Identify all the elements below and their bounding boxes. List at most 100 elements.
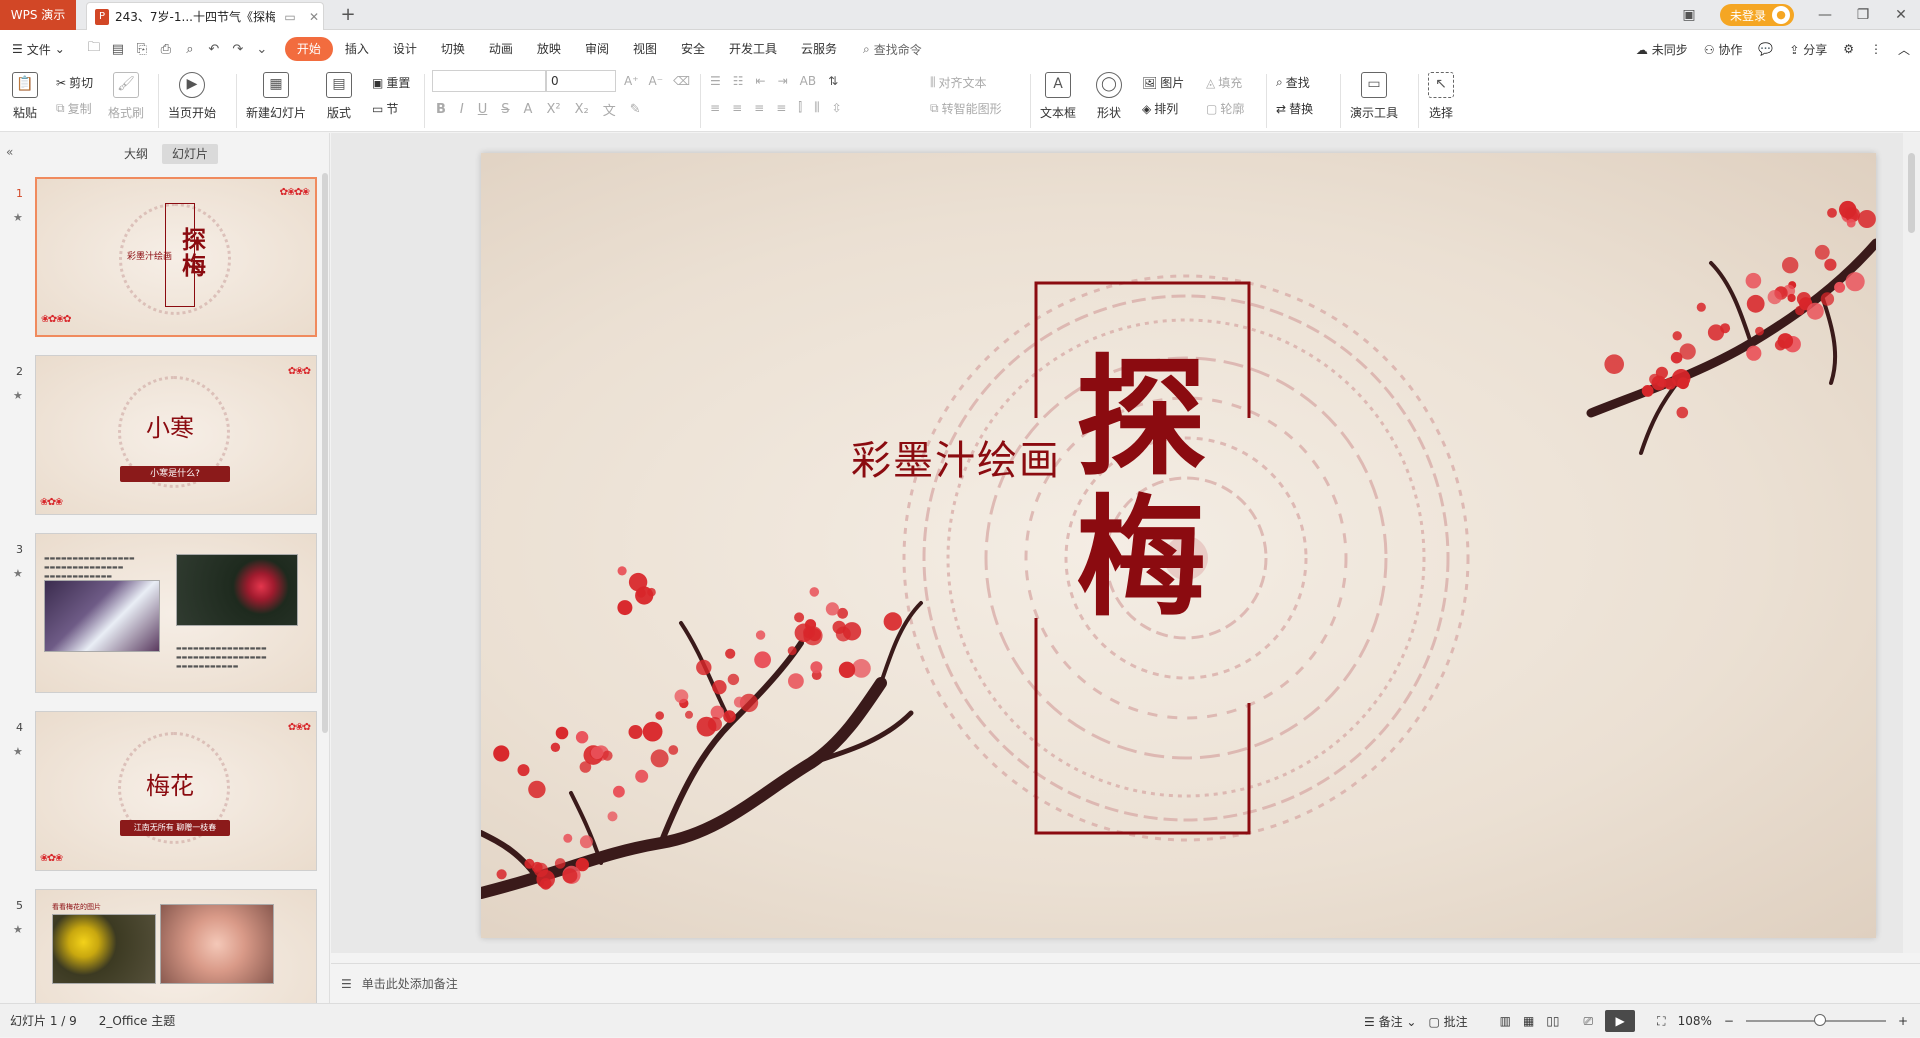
tab-design[interactable]: 设计 <box>381 37 429 61</box>
cut-button[interactable]: ✂ 剪切 <box>56 74 93 91</box>
textbox-button[interactable]: A 文本框 <box>1040 72 1076 121</box>
font-size-select[interactable]: 0 <box>546 70 616 92</box>
scrollbar-thumb[interactable] <box>1908 153 1915 233</box>
bold-icon[interactable]: B <box>436 102 446 117</box>
phonetic-icon[interactable]: 文 <box>603 100 616 119</box>
tab-insert[interactable]: 插入 <box>333 37 381 61</box>
tab-outline[interactable]: 大纲 <box>114 144 158 164</box>
find-button[interactable]: ⌕ 查找 <box>1276 74 1310 91</box>
file-menu[interactable]: ☰ 文件 ⌄ <box>0 41 77 58</box>
align-right-icon[interactable]: ≡ <box>754 101 764 115</box>
arrange-button[interactable]: ◈ 排列 <box>1142 100 1178 117</box>
tab-view[interactable]: 视图 <box>621 37 669 61</box>
close-window-icon[interactable]: ✕ <box>1882 7 1920 23</box>
italic-icon[interactable]: I <box>460 102 464 117</box>
document-tab[interactable]: P 243、7岁-1...十四节气《探梅》 ▭ ✕ <box>86 2 324 30</box>
tab-slides[interactable]: 幻灯片 <box>162 144 219 164</box>
presentation-tools-button[interactable]: ▭ 演示工具 <box>1350 72 1398 121</box>
align-center-icon[interactable]: ≡ <box>732 101 742 115</box>
slide-title-char-1[interactable]: 探 <box>1076 348 1206 488</box>
clear-format-icon[interactable]: ⌫ <box>673 74 690 88</box>
shape-button[interactable]: ◯ 形状 <box>1096 72 1122 121</box>
slide-subtitle[interactable]: 彩墨汁绘画 <box>851 428 1061 486</box>
collab-button[interactable]: ⚇ 协作 <box>1704 41 1743 58</box>
comments-toggle-button[interactable]: ▢ 批注 <box>1428 1013 1467 1030</box>
font-color-icon[interactable]: A <box>524 102 533 117</box>
align-text-button[interactable]: ⫼ 对齐文本 <box>930 74 987 91</box>
reading-view-icon[interactable]: ▯▯ <box>1546 1014 1559 1028</box>
settings-icon[interactable]: ⚙ <box>1843 42 1854 56</box>
numbering-icon[interactable]: ☷ <box>733 74 744 88</box>
subscript-icon[interactable]: X₂ <box>575 102 589 117</box>
tab-cloud[interactable]: 云服务 <box>789 37 849 61</box>
command-search[interactable]: ⌕ 查找命令 <box>863 41 922 58</box>
open-icon[interactable]: 🗀 <box>83 38 105 60</box>
pin-tab-icon[interactable]: ▭ <box>281 10 299 24</box>
print-preview-icon[interactable]: ⌕ <box>179 42 201 57</box>
tab-home[interactable]: 开始 <box>284 37 333 61</box>
normal-view-icon[interactable]: ▥ <box>1500 1014 1511 1028</box>
login-button[interactable]: 未登录 ● <box>1719 4 1794 26</box>
outline-button[interactable]: ▢ 轮廓 <box>1206 100 1244 117</box>
tab-slideshow[interactable]: 放映 <box>525 37 573 61</box>
tab-animations[interactable]: 动画 <box>477 37 525 61</box>
grow-font-icon[interactable]: A⁺ <box>624 74 639 88</box>
collapse-panel-icon[interactable]: « <box>6 145 13 159</box>
new-slide-button[interactable]: ▦ 新建幻灯片 <box>246 72 306 121</box>
text-direction-icon[interactable]: AB <box>800 74 816 88</box>
layout-button[interactable]: ▤ 版式 <box>326 72 352 121</box>
play-slideshow-button[interactable]: ▶ <box>1605 1010 1636 1032</box>
spacing-icon[interactable]: ⇳ <box>832 101 842 115</box>
justify-icon[interactable]: ≡ <box>776 101 786 115</box>
share-button[interactable]: ⇪ 分享 <box>1789 41 1827 58</box>
smart-graphic-button[interactable]: ⧉ 转智能图形 <box>930 100 1002 117</box>
font-family-select[interactable] <box>432 70 546 92</box>
more-icon[interactable]: ⋮ <box>1870 42 1882 56</box>
collapse-ribbon-icon[interactable]: ︿ <box>1898 41 1910 58</box>
underline-icon[interactable]: U <box>478 102 488 117</box>
qat-dropdown-icon[interactable]: ⌄ <box>251 42 273 57</box>
highlight-icon[interactable]: ✎ <box>630 102 641 117</box>
bullets-icon[interactable]: ☰ <box>710 74 721 88</box>
fill-button[interactable]: ◬ 填充 <box>1206 74 1242 91</box>
app-tab[interactable]: WPS 演示 <box>0 0 76 30</box>
slide-title-char-2[interactable]: 梅 <box>1076 488 1206 628</box>
undo-icon[interactable]: ↶ <box>203 42 225 57</box>
fit-window-icon[interactable]: ⛶ <box>1657 1014 1665 1029</box>
strikethrough-icon[interactable]: S <box>501 102 509 117</box>
reset-button[interactable]: ▣ 重置 <box>372 74 410 91</box>
save-as-icon[interactable]: ⎘ <box>131 42 153 57</box>
slide-thumbnail-3[interactable]: 3 ★ ▬▬▬▬▬▬▬▬▬▬▬▬▬▬▬▬ ▬▬▬▬▬▬▬▬▬▬▬▬▬▬ ▬▬▬▬▬▬… <box>0 533 320 703</box>
shrink-font-icon[interactable]: A⁻ <box>649 74 664 88</box>
slide-thumbnail-1[interactable]: 1 ★ 彩墨汁绘画 探梅 ✿❀✿❀ ❀✿❀✿ <box>0 177 320 347</box>
outdent-icon[interactable]: ⇤ <box>756 74 766 88</box>
slide-thumbnail-4[interactable]: 4 ★ 梅花 江南无所有 聊赠一枝春 ✿❀✿ ❀✿❀ <box>0 711 320 881</box>
restore-icon[interactable]: ❐ <box>1844 7 1882 23</box>
slide-vertical-scrollbar[interactable] <box>1903 133 1920 953</box>
from-current-slide-button[interactable]: ▶ 当页开始 <box>168 72 216 121</box>
copy-button[interactable]: ⧉ 复制 <box>56 100 92 117</box>
notes-toggle-button[interactable]: ☰ 备注 ⌄ <box>1364 1013 1416 1030</box>
slide-sorter-icon[interactable]: ▦ <box>1523 1014 1534 1028</box>
columns-icon[interactable]: ⫼ <box>814 100 820 115</box>
close-tab-icon[interactable]: ✕ <box>305 10 323 24</box>
layout-switch-icon[interactable]: ▣ <box>1670 7 1708 23</box>
section-button[interactable]: ▭ 节 <box>372 100 398 117</box>
slide-panel-scrollbar[interactable] <box>322 173 328 733</box>
new-tab-button[interactable]: + <box>336 3 360 27</box>
notes-pane[interactable]: ☰ 单击此处添加备注 <box>331 963 1920 1003</box>
replace-button[interactable]: ⇄ 替换 <box>1276 100 1313 117</box>
tab-security[interactable]: 安全 <box>669 37 717 61</box>
slide-thumbnail-2[interactable]: 2 ★ 小寒 小寒是什么? ✿❀✿ ❀✿❀ <box>0 355 320 525</box>
zoom-slider[interactable] <box>1745 1014 1886 1026</box>
slide-thumbnail-5[interactable]: 5 ★ 看看梅花的图片 <box>0 889 320 1003</box>
tab-transitions[interactable]: 切换 <box>429 37 477 61</box>
print-icon[interactable]: ⎙ <box>155 42 177 57</box>
save-icon[interactable]: ▤ <box>107 42 129 57</box>
select-button[interactable]: ↖ 选择 <box>1428 72 1454 121</box>
sync-status[interactable]: ☁ 未同步 <box>1636 41 1688 58</box>
zoom-in-icon[interactable]: + <box>1898 1014 1908 1028</box>
zoom-out-icon[interactable]: − <box>1724 1014 1734 1028</box>
line-spacing-icon[interactable]: ⇅ <box>828 74 838 88</box>
comment-icon[interactable]: 💬 <box>1758 42 1773 56</box>
